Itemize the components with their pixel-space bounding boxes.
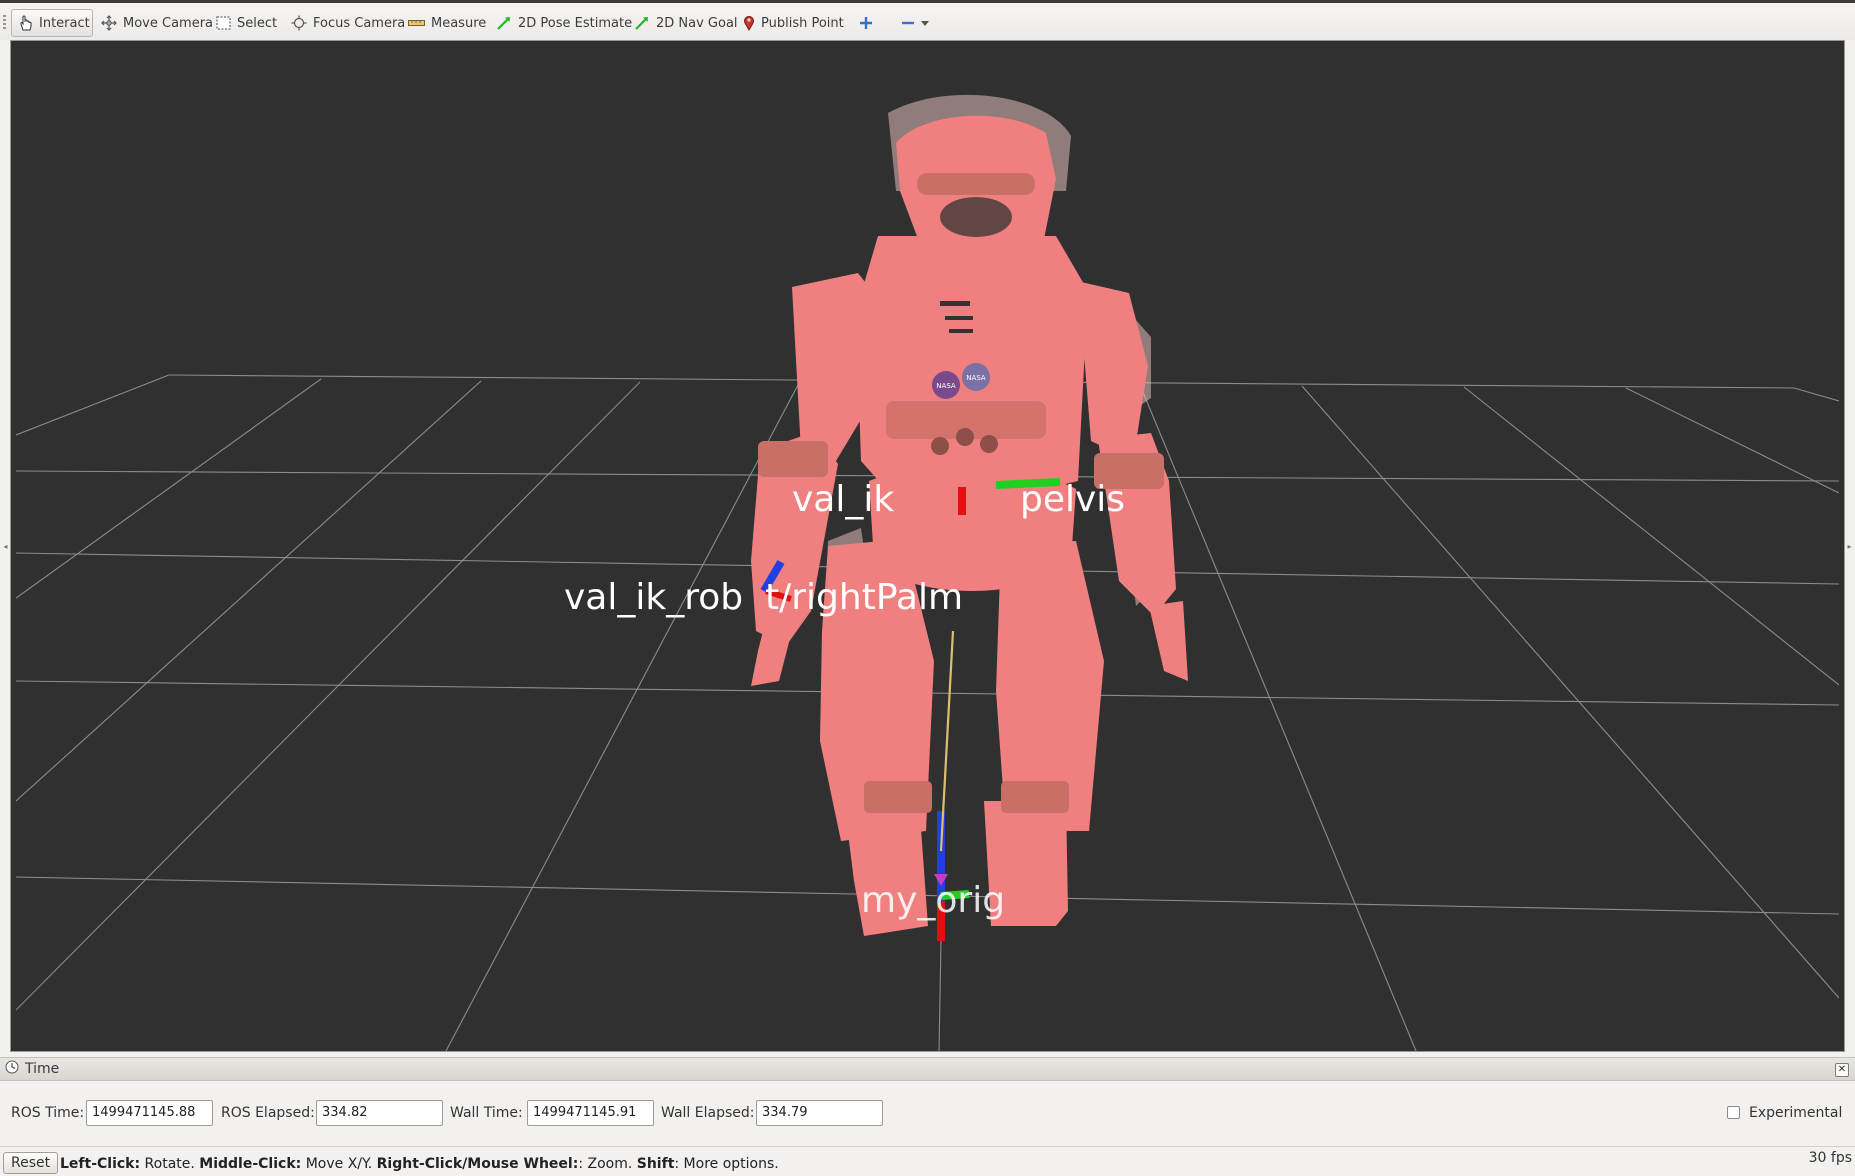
reset-button[interactable]: Reset (3, 1152, 59, 1174)
status-bar: Reset Left-Click: Rotate. Middle-Click: … (0, 1146, 1855, 1176)
middle-click-key: Middle-Click: (199, 1156, 302, 1172)
right-click-desc: : Zoom. (578, 1156, 637, 1172)
shift-desc: : More options. (674, 1156, 779, 1172)
ros-elapsed-label: ROS Elapsed: (221, 1105, 315, 1121)
fps-counter: 30 fps (1808, 1150, 1852, 1166)
left-click-key: Left-Click: (60, 1156, 141, 1172)
wall-time-field[interactable]: 1499471145.91 (527, 1100, 654, 1126)
hand-pointer-icon (19, 15, 33, 31)
badge-text: NASA (936, 382, 956, 390)
ros-elapsed-field[interactable]: 334.82 (316, 1100, 443, 1126)
right-dock-handle[interactable]: ▸ (1845, 40, 1854, 1052)
ros-time-field[interactable]: 1499471145.88 (86, 1100, 213, 1126)
wall-elapsed-label: Wall Elapsed: (661, 1105, 755, 1121)
left-dock-handle[interactable]: ◂ (1, 40, 10, 1052)
tool-2d-nav-goal-label: 2D Nav Goal (656, 15, 738, 31)
middle-click-desc: Move X/Y. (301, 1156, 377, 1172)
minus-icon (901, 16, 915, 30)
tool-focus-camera-button[interactable]: Focus Camera (284, 9, 412, 37)
time-panel-title: Time (25, 1061, 60, 1077)
add-tool-button[interactable] (852, 9, 880, 37)
frame-label-right-palm-left: val_ik_rob (564, 577, 743, 618)
shift-key: Shift (636, 1156, 675, 1172)
ruler-icon (408, 18, 425, 28)
tool-measure-button[interactable]: Measure (401, 9, 493, 37)
frame-label-origin: my_orig (861, 880, 1005, 921)
3d-render-view[interactable]: NASA NASA val_ik pelvis val_ik_rob t/rig… (16, 41, 1839, 1051)
left-click-desc: Rotate. (140, 1156, 200, 1172)
wall-elapsed-field[interactable]: 334.79 (756, 1100, 883, 1126)
frame-label-pelvis-left: val_ik (792, 479, 894, 520)
status-help-text: Left-Click: Rotate. Middle-Click: Move X… (60, 1156, 779, 1172)
tool-2d-nav-goal-button[interactable]: 2D Nav Goal (627, 9, 745, 37)
tool-2d-pose-estimate-button[interactable]: 2D Pose Estimate (489, 9, 639, 37)
toolbar-grip-handle[interactable] (3, 15, 6, 31)
time-panel-titlebar: Time ✕ (0, 1057, 1855, 1081)
clock-icon (5, 1060, 19, 1078)
tool-interact-button[interactable]: Interact (11, 9, 93, 37)
experimental-checkbox[interactable] (1727, 1106, 1740, 1119)
selection-box-icon (216, 16, 231, 30)
tool-focus-camera-label: Focus Camera (313, 15, 406, 31)
tool-select-button[interactable]: Select (209, 9, 284, 37)
time-panel: ROS Time: 1499471145.88 ROS Elapsed: 334… (0, 1081, 1855, 1141)
move-camera-icon (101, 15, 117, 31)
tool-measure-label: Measure (431, 15, 487, 31)
close-icon[interactable]: ✕ (1835, 1063, 1849, 1077)
remove-tool-button[interactable] (894, 9, 936, 37)
frame-label-right-palm-right: t/rightPalm (765, 577, 963, 618)
tools-toolbar: Interact Move Camera Select Focus Camera… (0, 0, 1855, 40)
dropdown-arrow-icon (921, 20, 929, 26)
experimental-label: Experimental (1749, 1105, 1843, 1121)
map-pin-icon (743, 15, 755, 31)
green-arrow-icon (496, 15, 512, 31)
green-arrow-icon (634, 15, 650, 31)
focus-target-icon (291, 15, 307, 31)
tool-publish-point-button[interactable]: Publish Point (736, 9, 851, 37)
frame-label-pelvis-right: pelvis (1020, 479, 1125, 520)
badge-text: NASA (966, 374, 986, 382)
tool-move-camera-label: Move Camera (123, 15, 214, 31)
tool-publish-point-label: Publish Point (761, 15, 844, 31)
plus-icon (859, 16, 873, 30)
ros-time-label: ROS Time: (11, 1105, 85, 1121)
tool-select-label: Select (237, 15, 278, 31)
right-click-key: Right-Click/Mouse Wheel: (376, 1156, 579, 1172)
wall-time-label: Wall Time: (450, 1105, 523, 1121)
tool-2d-pose-estimate-label: 2D Pose Estimate (518, 15, 633, 31)
tool-interact-label: Interact (39, 15, 90, 31)
tool-move-camera-button[interactable]: Move Camera (94, 9, 220, 37)
